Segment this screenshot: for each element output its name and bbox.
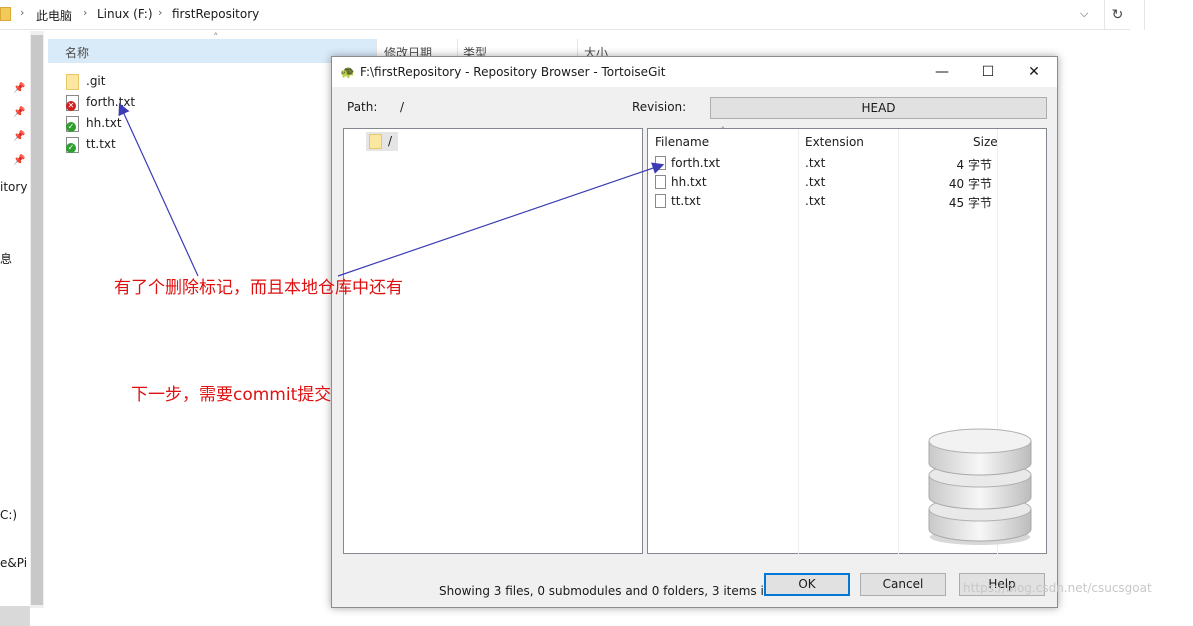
search-input[interactable] <box>1144 0 1193 30</box>
list-row-tt[interactable]: tt.txt .txt 45 字节 <box>648 192 1046 211</box>
column-header-filename[interactable]: Filename <box>655 135 709 149</box>
scrollbar-thumb[interactable] <box>31 35 43 605</box>
sort-up-icon: ˄ <box>213 31 219 44</box>
deleted-overlay-icon: ✕ <box>66 101 76 111</box>
pin-icon[interactable]: 📌 <box>13 83 25 94</box>
file-name: hh.txt <box>86 116 122 130</box>
nav-item-repository[interactable]: itory <box>0 180 27 194</box>
annotation-note-commit: 下一步，需要commit提交 <box>131 385 332 405</box>
nav-item-selected[interactable] <box>0 606 30 626</box>
chevron-right-icon: › <box>20 6 25 19</box>
column-header-name-bg[interactable] <box>48 39 376 63</box>
breadcrumb-drive[interactable]: Linux (F:) <box>97 7 153 21</box>
path-value: / <box>400 100 405 114</box>
repository-tree[interactable]: / <box>343 128 643 554</box>
document-icon <box>655 156 666 170</box>
folder-icon <box>369 134 382 149</box>
refresh-icon[interactable]: ↻ <box>1104 0 1130 30</box>
normal-overlay-icon: ✓ <box>66 122 76 132</box>
row-size: 40 字节 <box>948 177 992 191</box>
dialog-title: F:\firstRepository - Repository Browser … <box>360 65 666 79</box>
annotation-note-deleted: 有了个删除标记，而且本地仓库中还有 <box>114 278 403 298</box>
breadcrumb-this-pc[interactable]: 此电脑 <box>36 7 72 24</box>
chevron-right-icon: › <box>158 6 163 19</box>
nav-item-other[interactable]: e&Pi <box>0 556 27 570</box>
row-extension: .txt <box>805 156 826 170</box>
pin-icon[interactable]: 📌 <box>13 155 25 166</box>
sort-up-icon: ˄ <box>720 125 726 138</box>
tortoisegit-icon: 🐢 <box>340 65 355 79</box>
document-icon <box>655 194 666 208</box>
column-header-size[interactable]: Size <box>973 135 998 149</box>
file-name: forth.txt <box>86 95 136 109</box>
tree-item-label: / <box>388 134 393 148</box>
close-button[interactable]: ✕ <box>1011 57 1057 87</box>
normal-overlay-icon: ✓ <box>66 143 76 153</box>
row-filename: hh.txt <box>671 175 707 189</box>
database-icon <box>928 428 1032 545</box>
file-name: tt.txt <box>86 137 116 151</box>
revision-label: Revision: <box>632 100 687 114</box>
chevron-down-icon[interactable]: ⌵ <box>1080 7 1088 21</box>
nav-item-drive-c[interactable]: C:) <box>0 508 17 522</box>
column-header-name[interactable]: 名称 <box>65 44 89 61</box>
column-header-extension[interactable]: Extension <box>805 135 864 149</box>
file-name: .git <box>86 74 106 88</box>
row-size: 45 字节 <box>948 196 992 210</box>
tree-item-root[interactable]: / <box>366 132 398 151</box>
ok-button[interactable]: OK <box>764 573 850 596</box>
list-row-hh[interactable]: hh.txt .txt 40 字节 <box>648 173 1046 192</box>
row-extension: .txt <box>805 175 826 189</box>
pin-icon[interactable]: 📌 <box>13 107 25 118</box>
status-text: Showing 3 files, 0 submodules and 0 fold… <box>439 584 803 598</box>
row-filename: forth.txt <box>671 156 721 170</box>
folder-icon <box>66 74 79 90</box>
cancel-button[interactable]: Cancel <box>860 573 946 596</box>
revision-button[interactable]: HEAD <box>710 97 1047 119</box>
path-label: Path: <box>347 100 378 114</box>
row-filename: tt.txt <box>671 194 701 208</box>
list-row-forth[interactable]: forth.txt .txt 4 字节 <box>648 154 1046 173</box>
row-extension: .txt <box>805 194 826 208</box>
watermark: https://blog.csdn.net/csucsgoat <box>963 581 1152 595</box>
chevron-right-icon: › <box>83 6 88 19</box>
address-bar[interactable]: › 此电脑 › Linux (F:) › firstRepository ⌵ ↻ <box>0 0 1130 30</box>
pin-icon[interactable]: 📌 <box>13 131 25 142</box>
folder-icon <box>0 7 11 21</box>
dialog-titlebar[interactable]: 🐢 F:\firstRepository - Repository Browse… <box>332 57 1057 87</box>
row-size: 4 字节 <box>956 158 992 172</box>
repository-browser-dialog: 🐢 F:\firstRepository - Repository Browse… <box>331 56 1058 608</box>
maximize-button[interactable]: ☐ <box>965 57 1011 87</box>
breadcrumb-repository[interactable]: firstRepository <box>172 7 259 21</box>
minimize-button[interactable]: — <box>919 57 965 87</box>
nav-item-info[interactable]: 息 <box>0 250 12 267</box>
document-icon <box>655 175 666 189</box>
